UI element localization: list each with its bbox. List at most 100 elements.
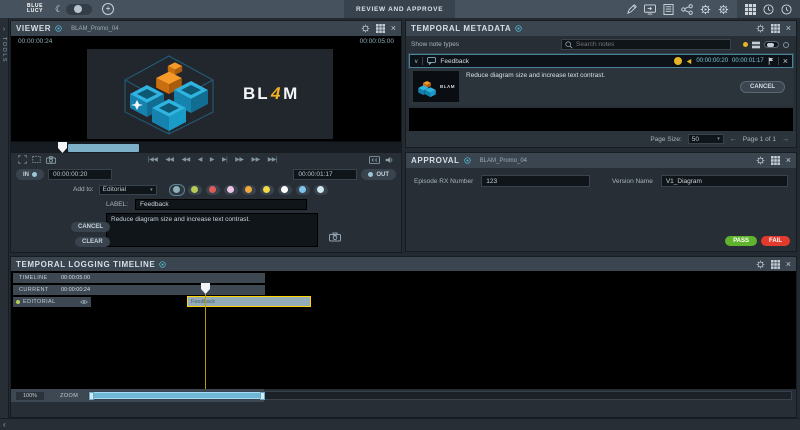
list-layout-icon[interactable] bbox=[752, 41, 760, 49]
history-icon[interactable] bbox=[781, 4, 792, 15]
view-toggle[interactable] bbox=[764, 41, 779, 48]
panel-layout-icon[interactable] bbox=[376, 24, 385, 33]
note-color-option[interactable] bbox=[188, 185, 202, 195]
gear-icon[interactable] bbox=[718, 4, 729, 15]
tab-review-and-approve[interactable]: REVIEW AND APPROVE bbox=[344, 0, 455, 18]
automation-icon[interactable] bbox=[700, 4, 711, 15]
form-icon[interactable] bbox=[663, 4, 674, 15]
page-size-select[interactable]: 50 ▾ bbox=[688, 134, 724, 144]
forward-button[interactable]: ▶▶ bbox=[235, 156, 243, 163]
cancel-note-button[interactable]: CANCEL bbox=[71, 222, 110, 232]
fail-button[interactable]: FAIL bbox=[761, 236, 790, 246]
set-out-button[interactable]: OUT bbox=[361, 169, 396, 180]
step-back-button[interactable]: ◀ bbox=[198, 156, 202, 163]
go-to-start-button[interactable]: |◀◀ bbox=[148, 156, 157, 163]
panel-layout-icon[interactable] bbox=[771, 156, 780, 165]
play-button[interactable]: ▶ bbox=[210, 156, 214, 163]
add-to-track-select[interactable]: Editorial ▾ bbox=[99, 185, 157, 195]
monitor-share-icon[interactable] bbox=[644, 4, 656, 15]
panel-layout-icon[interactable] bbox=[771, 260, 780, 269]
thumbnail-wordmark: BLAM bbox=[440, 84, 455, 89]
fast-forward-button[interactable]: ▶▶ bbox=[251, 156, 259, 163]
panel-close-icon[interactable]: × bbox=[786, 260, 791, 269]
eye-icon[interactable] bbox=[80, 299, 88, 305]
step-forward-button[interactable]: ▶| bbox=[222, 156, 227, 163]
filter-radio-icon[interactable] bbox=[783, 42, 789, 48]
note-text-input[interactable]: Reduce diagram size and increase text co… bbox=[106, 213, 318, 247]
note-color-option[interactable] bbox=[170, 185, 184, 195]
note-color-option[interactable] bbox=[278, 185, 292, 195]
toggle-knob bbox=[74, 5, 82, 13]
note-color-option[interactable] bbox=[260, 185, 274, 195]
note-color-option[interactable] bbox=[206, 185, 220, 195]
grid-view-icon[interactable] bbox=[745, 4, 756, 15]
panel-close-icon[interactable]: × bbox=[786, 156, 791, 165]
clock-icon[interactable] bbox=[763, 4, 774, 15]
note-in-timecode: 00:00:00:20 bbox=[696, 58, 728, 64]
note-row-feedback[interactable]: ∨ Feedback 00:00:00:20 00:00:01:17 × bbox=[409, 54, 793, 68]
panel-settings-icon[interactable] bbox=[756, 260, 765, 269]
go-to-end-button[interactable]: ▶▶| bbox=[268, 156, 277, 163]
theater-mode-icon[interactable] bbox=[32, 155, 41, 164]
color-swatch bbox=[245, 186, 252, 193]
panel-close-icon[interactable]: × bbox=[786, 24, 791, 33]
note-color-option[interactable] bbox=[314, 185, 328, 195]
playhead-marker[interactable] bbox=[58, 142, 67, 153]
panel-settings-icon[interactable] bbox=[361, 24, 370, 33]
fast-rewind-button[interactable]: ◀◀ bbox=[165, 156, 173, 163]
fullscreen-icon[interactable] bbox=[18, 155, 27, 164]
zoom-handle-right[interactable] bbox=[260, 392, 265, 400]
episode-rx-input[interactable] bbox=[481, 175, 590, 187]
pass-button[interactable]: PASS bbox=[725, 236, 757, 246]
chevron-down-icon[interactable]: ∨ bbox=[414, 58, 418, 65]
in-timecode-input[interactable] bbox=[48, 169, 112, 180]
set-in-button[interactable]: IN bbox=[16, 169, 44, 180]
zoom-slider-track[interactable] bbox=[88, 391, 792, 400]
thumbnail-graphic bbox=[417, 77, 437, 97]
note-color-option[interactable] bbox=[242, 185, 256, 195]
search-notes-box[interactable] bbox=[561, 39, 731, 50]
scrub-bar[interactable] bbox=[11, 141, 401, 153]
rail-expand-arrow[interactable]: › bbox=[3, 26, 5, 33]
viewer-timecode-bar: 00:00:00:24 00:00:05:00 bbox=[11, 36, 401, 47]
zoom-handle-left[interactable] bbox=[89, 392, 94, 400]
note-color-option[interactable] bbox=[296, 185, 310, 195]
volume-icon[interactable] bbox=[385, 156, 394, 164]
note-cancel-button[interactable]: CANCEL bbox=[740, 81, 785, 93]
note-out-timecode: 00:00:01:17 bbox=[732, 58, 764, 64]
tools-rail[interactable]: › TOOLS bbox=[0, 18, 9, 418]
show-note-types-label: Show note types bbox=[411, 41, 459, 48]
clear-note-button[interactable]: CLEAR bbox=[75, 237, 110, 247]
theme-toggle[interactable] bbox=[66, 4, 92, 15]
in-point-flag-icon bbox=[686, 58, 692, 65]
panel-settings-icon[interactable] bbox=[756, 156, 765, 165]
top-bar-view-group bbox=[737, 0, 800, 18]
note-text: Reduce diagram size and increase text co… bbox=[466, 71, 605, 103]
bottom-collapse-arrow[interactable]: ‹ bbox=[3, 420, 6, 429]
closed-captions-icon[interactable] bbox=[369, 156, 380, 164]
panel-layout-icon[interactable] bbox=[771, 24, 780, 33]
note-label-input[interactable] bbox=[135, 199, 307, 210]
video-canvas[interactable]: BL4M bbox=[11, 47, 401, 141]
page-size-value: 50 bbox=[692, 136, 699, 143]
divider bbox=[778, 57, 779, 65]
snapshot-icon[interactable] bbox=[46, 156, 56, 164]
save-note-camera-icon[interactable] bbox=[329, 232, 341, 242]
panel-close-icon[interactable]: × bbox=[391, 24, 396, 33]
timeline-row-editorial[interactable]: EDITORIAL bbox=[13, 297, 91, 307]
next-page-button[interactable]: → bbox=[782, 136, 789, 143]
version-name-input[interactable] bbox=[661, 175, 788, 187]
panel-settings-icon[interactable] bbox=[756, 24, 765, 33]
note-type-controls: Show note types bbox=[406, 36, 796, 53]
out-timecode-input[interactable] bbox=[293, 169, 357, 180]
rewind-button[interactable]: ◀◀ bbox=[182, 156, 190, 163]
search-notes-input[interactable] bbox=[576, 41, 727, 48]
add-page-button[interactable]: + bbox=[102, 3, 114, 15]
zoom-slider-range[interactable] bbox=[89, 392, 265, 399]
note-color-option[interactable] bbox=[224, 185, 238, 195]
delete-note-icon[interactable]: × bbox=[783, 57, 788, 66]
prev-page-button[interactable]: ← bbox=[730, 136, 737, 143]
in-out-range[interactable] bbox=[68, 144, 139, 152]
pen-icon[interactable] bbox=[626, 4, 637, 15]
workflow-icon[interactable] bbox=[681, 4, 693, 15]
